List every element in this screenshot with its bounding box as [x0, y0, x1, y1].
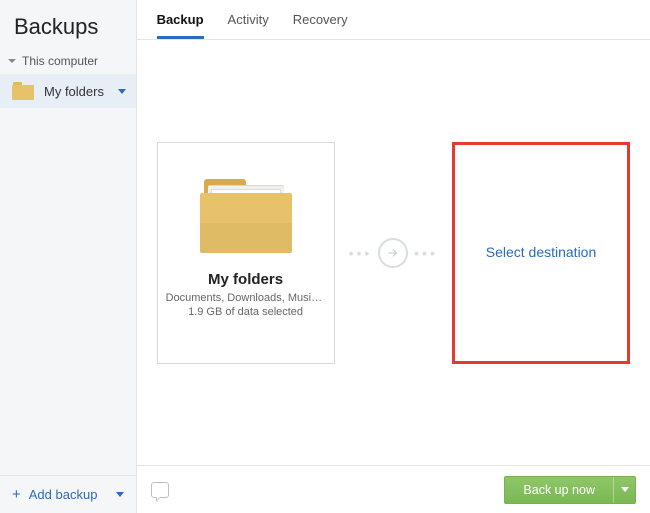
destination-card[interactable]: Select destination: [452, 142, 630, 364]
dots-icon: •••: [349, 245, 373, 261]
folder-icon: [200, 179, 292, 253]
add-backup-label: Add backup: [29, 487, 98, 502]
main-panel: Backup Activity Recovery My folders Docu…: [137, 0, 650, 513]
tab-backup[interactable]: Backup: [157, 12, 204, 39]
source-description: Documents, Downloads, Music, Pi…: [166, 292, 326, 304]
sidebar-group-label: This computer: [22, 54, 98, 68]
arrow-connector: ••• •••: [349, 238, 438, 268]
plus-icon: +: [12, 486, 21, 503]
tab-recovery[interactable]: Recovery: [293, 12, 348, 36]
add-backup-button[interactable]: + Add backup: [0, 475, 136, 513]
back-up-now-label: Back up now: [505, 477, 613, 503]
source-card[interactable]: My folders Documents, Downloads, Music, …: [157, 142, 335, 364]
app-root: Backups This computer My folders + Add b…: [0, 0, 650, 513]
sidebar-group-this-computer[interactable]: This computer: [0, 50, 136, 74]
dots-icon: •••: [414, 245, 438, 261]
back-up-now-button[interactable]: Back up now: [504, 476, 636, 504]
chevron-down-icon[interactable]: [116, 492, 124, 497]
destination-label: Select destination: [486, 243, 597, 263]
sidebar-spacer: [0, 108, 136, 475]
sidebar-title: Backups: [0, 0, 136, 50]
source-subtitle: 1.9 GB of data selected: [188, 306, 303, 318]
source-title: My folders: [208, 271, 283, 288]
tab-activity[interactable]: Activity: [228, 12, 269, 36]
chevron-down-icon: [621, 487, 629, 492]
back-up-now-dropdown[interactable]: [613, 477, 635, 503]
sidebar-item-label: My folders: [44, 84, 118, 99]
chevron-down-icon[interactable]: [118, 89, 126, 94]
statusbar: Back up now: [137, 465, 650, 513]
folder-icon: [12, 82, 34, 100]
sidebar: Backups This computer My folders + Add b…: [0, 0, 137, 513]
arrow-right-icon: [378, 238, 408, 268]
tabs: Backup Activity Recovery: [137, 0, 650, 40]
collapse-icon: [8, 59, 16, 63]
sidebar-item-my-folders[interactable]: My folders: [0, 74, 136, 108]
content-area: My folders Documents, Downloads, Music, …: [137, 40, 650, 465]
comment-icon[interactable]: [151, 482, 169, 498]
